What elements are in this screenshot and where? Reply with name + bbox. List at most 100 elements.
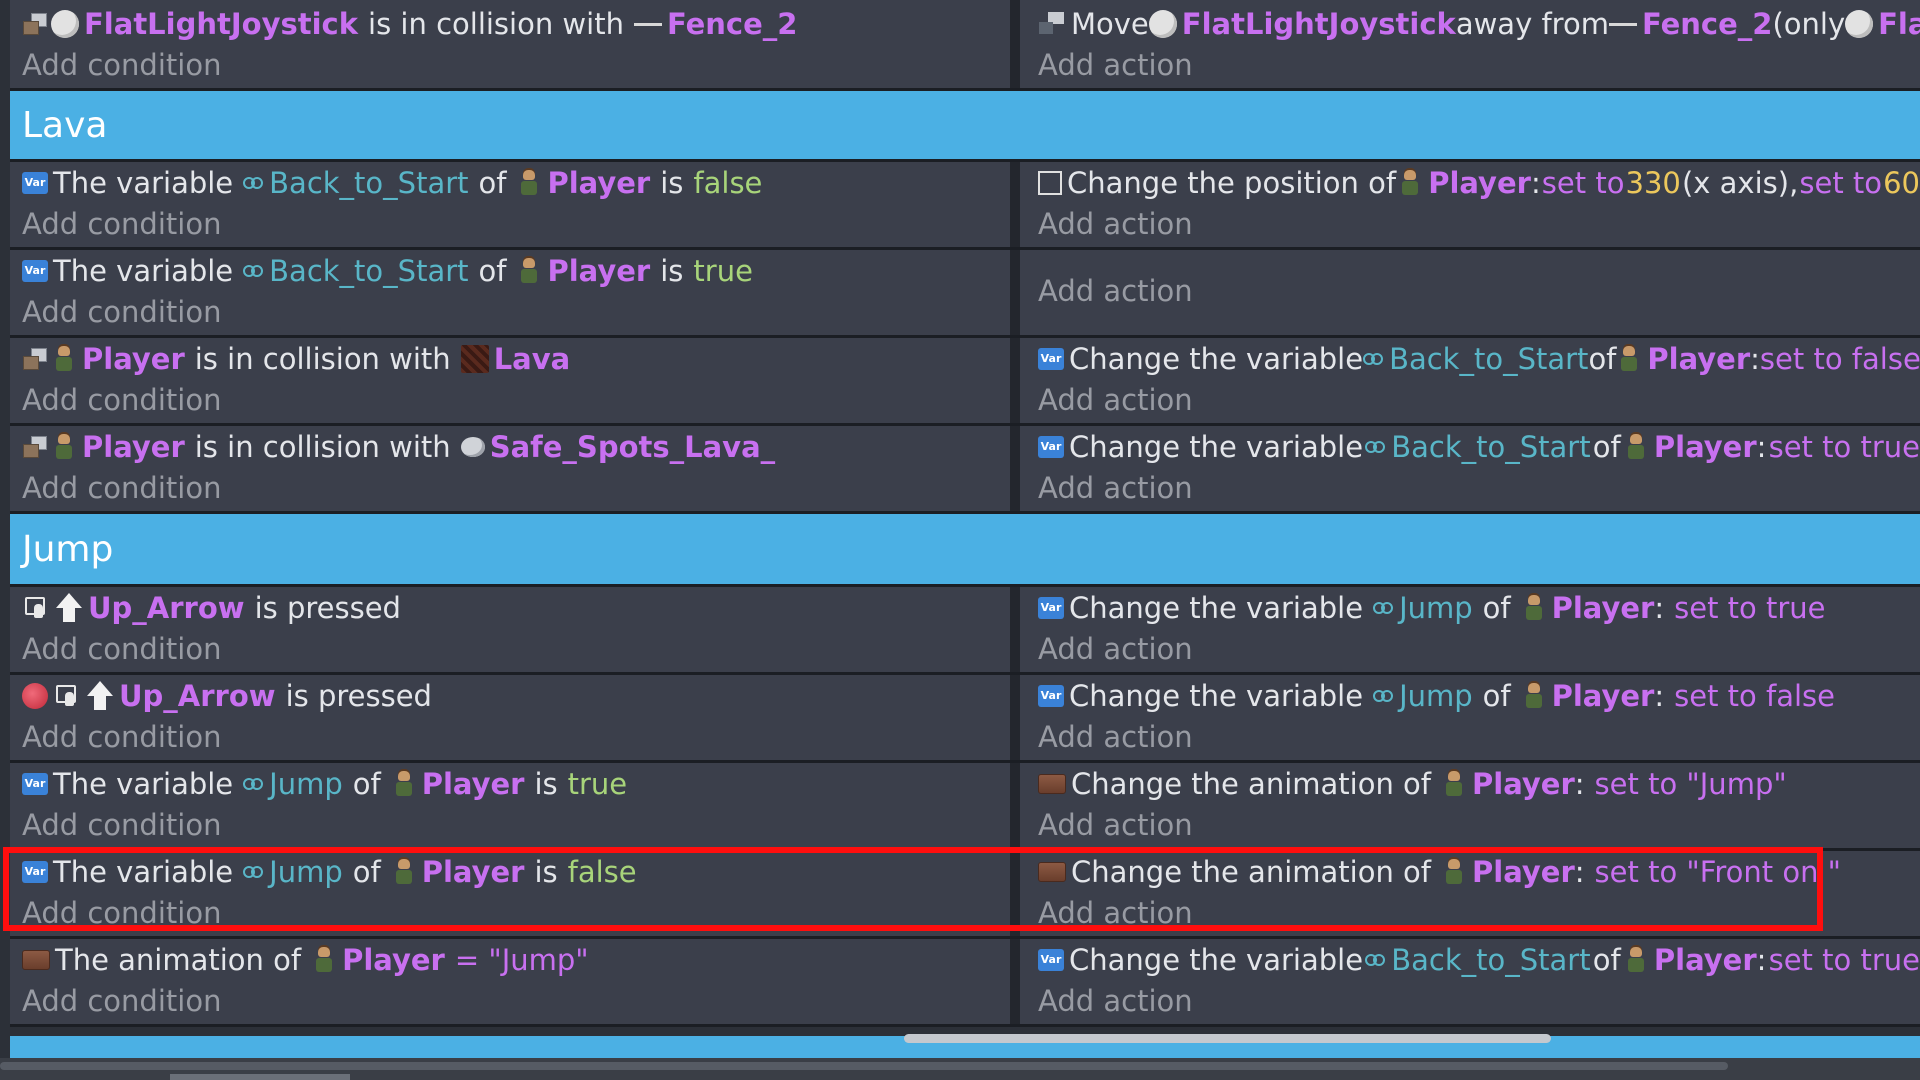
event-row[interactable]: Up_Arrow is pressed Add condition Var Ch… xyxy=(10,587,1920,675)
add-action-link[interactable]: Add action xyxy=(1038,270,1920,311)
bottom-scroll-track[interactable] xyxy=(0,1062,1728,1070)
actions-column[interactable]: Var Change the variable Back_to_Start of… xyxy=(1020,939,1920,1024)
event-row[interactable]: Var The variable Jump of Player is true … xyxy=(10,763,1920,851)
conditions-column[interactable]: Var The variable Back_to_Start of Player… xyxy=(10,250,1020,335)
add-condition-link[interactable]: Add condition xyxy=(22,980,1010,1021)
add-action-link[interactable]: Add action xyxy=(1038,980,1920,1021)
add-action-link[interactable]: Add action xyxy=(1038,892,1920,933)
of-text: of xyxy=(1482,678,1511,713)
condition-line[interactable]: Var The variable Jump of Player is false xyxy=(22,851,1010,892)
target-object-name: Lava xyxy=(493,341,571,376)
action-line[interactable]: Change the animation of Player : set to … xyxy=(1038,763,1920,804)
condition-line[interactable]: Player is in collision with Safe_Spots_L… xyxy=(22,426,1010,467)
colon: : xyxy=(1654,678,1665,713)
add-condition-link[interactable]: Add condition xyxy=(22,44,1010,85)
variable-icon: Var xyxy=(22,171,48,194)
action-line[interactable]: Var Change the variable Jump of Player :… xyxy=(1038,675,1920,716)
add-action-link[interactable]: Add action xyxy=(1038,379,1920,420)
variable-name: Back_to_Start xyxy=(1391,942,1591,977)
event-row[interactable]: Player is in collision with Lava Add con… xyxy=(10,338,1920,426)
boolean-value: true xyxy=(567,766,628,801)
actions-column[interactable]: Var Change the variable Jump of Player :… xyxy=(1020,587,1920,672)
action-line[interactable]: Change the position of Player : set to 3… xyxy=(1038,162,1920,203)
conditions-column[interactable]: Up_Arrow is pressed Add condition xyxy=(10,587,1020,672)
actions-column[interactable]: Var Change the variable Back_to_Start of… xyxy=(1020,426,1920,511)
condition-line[interactable]: Up_Arrow is pressed xyxy=(22,675,1010,716)
event-row-selected[interactable]: Var The variable Jump of Player is false… xyxy=(10,851,1920,939)
player-object-icon xyxy=(516,169,542,197)
condition-line[interactable]: Var The variable Back_to_Start of Player… xyxy=(22,162,1010,203)
y-value: 60 xyxy=(1883,165,1920,200)
up-arrow-icon xyxy=(86,680,114,711)
add-action-link[interactable]: Add action xyxy=(1038,44,1920,85)
object-name: Player xyxy=(1472,766,1575,801)
player-object-icon xyxy=(1623,433,1649,461)
add-action-link[interactable]: Add action xyxy=(1038,716,1920,757)
group-title: Lava xyxy=(22,104,108,146)
condition-line[interactable]: FlatLightJoystick is in collision with F… xyxy=(22,3,1010,44)
add-condition-link[interactable]: Add condition xyxy=(22,628,1010,669)
actions-column[interactable]: Var Change the variable Jump of Player :… xyxy=(1020,675,1920,760)
horizontal-scrollbar[interactable] xyxy=(904,1034,1551,1043)
event-row-fence[interactable]: FlatLightJoystick is in collision with F… xyxy=(10,0,1920,91)
condition-line[interactable]: Up_Arrow is pressed xyxy=(22,587,1010,628)
of-text: of xyxy=(352,854,381,889)
event-row[interactable]: Var The variable Back_to_Start of Player… xyxy=(10,250,1920,338)
condition-text: The variable xyxy=(53,253,234,288)
event-row[interactable]: Var The variable Back_to_Start of Player… xyxy=(10,162,1920,250)
add-condition-link[interactable]: Add condition xyxy=(22,716,1010,757)
action-line[interactable]: Var Change the variable Jump of Player :… xyxy=(1038,587,1920,628)
action-line[interactable]: Var Change the variable Back_to_Start of… xyxy=(1038,338,1920,379)
event-row[interactable]: Up_Arrow is pressed Add condition Var Ch… xyxy=(10,675,1920,763)
actions-column[interactable]: Move FlatLightJoystick away from Fence_2… xyxy=(1020,0,1920,88)
player-object-icon xyxy=(311,946,337,974)
condition-text: The variable xyxy=(53,165,234,200)
add-action-link[interactable]: Add action xyxy=(1038,804,1920,845)
add-action-link[interactable]: Add action xyxy=(1038,628,1920,669)
add-action-link[interactable]: Add action xyxy=(1038,203,1920,244)
add-condition-link[interactable]: Add condition xyxy=(22,804,1010,845)
conditions-column[interactable]: Player is in collision with Safe_Spots_L… xyxy=(10,426,1020,511)
condition-text: The variable xyxy=(53,766,234,801)
conditions-column[interactable]: Var The variable Jump of Player is true … xyxy=(10,763,1020,848)
player-object-icon xyxy=(1623,946,1649,974)
action-line[interactable]: Move FlatLightJoystick away from Fence_2… xyxy=(1038,3,1920,44)
add-condition-link[interactable]: Add condition xyxy=(22,467,1010,508)
group-header-lava[interactable]: Lava xyxy=(10,91,1920,162)
set-to-text: set to xyxy=(1799,165,1883,200)
conditions-column[interactable]: Var The variable Back_to_Start of Player… xyxy=(10,162,1020,247)
add-action-link[interactable]: Add action xyxy=(1038,467,1920,508)
bottom-scroll-thumb[interactable] xyxy=(170,1074,350,1080)
player-object-icon xyxy=(516,257,542,285)
object-name: Player xyxy=(82,341,185,376)
action-line[interactable]: Change the animation of Player : set to … xyxy=(1038,851,1920,892)
add-condition-link[interactable]: Add condition xyxy=(22,892,1010,933)
action-line[interactable]: Var Change the variable Back_to_Start of… xyxy=(1038,939,1920,980)
colon: : xyxy=(1530,165,1541,200)
conditions-column[interactable]: Up_Arrow is pressed Add condition xyxy=(10,675,1020,760)
condition-line[interactable]: Var The variable Back_to_Start of Player… xyxy=(22,250,1010,291)
actions-column[interactable]: Change the position of Player : set to 3… xyxy=(1020,162,1920,247)
event-row[interactable]: Player is in collision with Safe_Spots_L… xyxy=(10,426,1920,514)
conditions-column[interactable]: FlatLightJoystick is in collision with F… xyxy=(10,0,1020,88)
action-verb: Move xyxy=(1071,6,1149,41)
actions-column[interactable]: Add action xyxy=(1020,250,1920,335)
action-line[interactable]: Var Change the variable Back_to_Start of… xyxy=(1038,426,1920,467)
add-condition-link[interactable]: Add condition xyxy=(22,379,1010,420)
event-row[interactable]: The animation of Player = "Jump" Add con… xyxy=(10,939,1920,1027)
condition-line[interactable]: Player is in collision with Lava xyxy=(22,338,1010,379)
actions-column[interactable]: Change the animation of Player : set to … xyxy=(1020,851,1920,936)
condition-line[interactable]: Var The variable Jump of Player is true xyxy=(22,763,1010,804)
player-object-icon xyxy=(1521,594,1547,622)
invert-condition-icon xyxy=(22,682,48,709)
actions-column[interactable]: Change the animation of Player : set to … xyxy=(1020,763,1920,848)
object-name: FlatLightJoystick xyxy=(84,6,359,41)
actions-column[interactable]: Var Change the variable Back_to_Start of… xyxy=(1020,338,1920,423)
group-header-jump[interactable]: Jump xyxy=(10,514,1920,587)
add-condition-link[interactable]: Add condition xyxy=(22,291,1010,332)
conditions-column[interactable]: The animation of Player = "Jump" Add con… xyxy=(10,939,1020,1024)
add-condition-link[interactable]: Add condition xyxy=(22,203,1010,244)
conditions-column[interactable]: Player is in collision with Lava Add con… xyxy=(10,338,1020,423)
conditions-column[interactable]: Var The variable Jump of Player is false… xyxy=(10,851,1020,936)
condition-line[interactable]: The animation of Player = "Jump" xyxy=(22,939,1010,980)
